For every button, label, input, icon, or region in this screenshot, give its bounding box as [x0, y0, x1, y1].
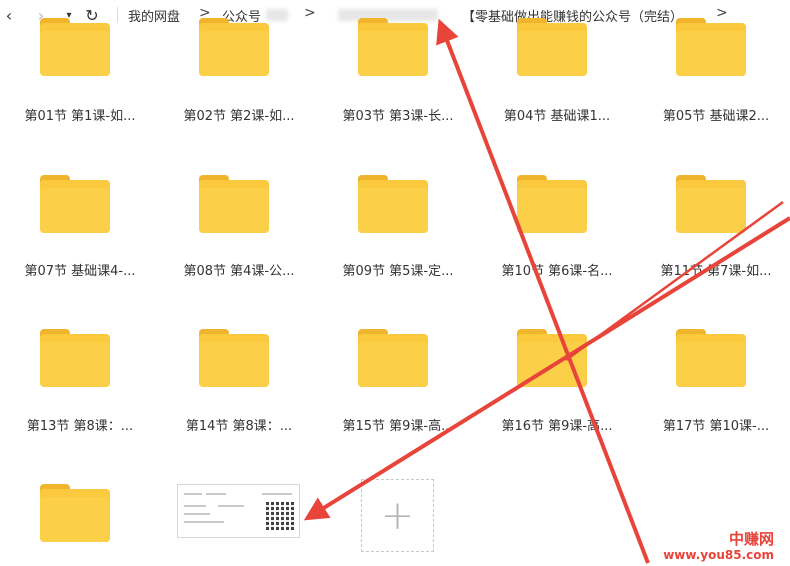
- folder-icon: [199, 175, 269, 233]
- image-thumbnail[interactable]: [177, 484, 300, 538]
- folder-item[interactable]: 第10节 第6课-名...: [477, 175, 637, 285]
- breadcrumb-root[interactable]: 我的网盘: [128, 6, 180, 25]
- folder-icon: [40, 175, 110, 233]
- folder-icon: [40, 329, 110, 387]
- folder-label: 第08节 第4课-公...: [183, 264, 295, 279]
- folder-icon: [199, 18, 269, 76]
- folder-label: 第10节 第6课-名...: [501, 264, 613, 279]
- folder-item[interactable]: 第17节 第10课-...: [636, 329, 790, 439]
- folder-icon: [676, 18, 746, 76]
- folder-item[interactable]: 第14节 第8课：...: [159, 329, 319, 439]
- folder-label: 第13节 第8课：...: [26, 419, 134, 434]
- folder-label: 第15节 第9课-高...: [342, 419, 454, 434]
- folder-label: 第04节 基础课1...: [503, 109, 611, 124]
- folder-item[interactable]: 第02节 第2课-如...: [159, 18, 319, 126]
- folder-label: 第17节 第10课-...: [662, 419, 770, 434]
- folder-label: 第16节 第9课-高...: [501, 419, 613, 434]
- folder-icon: [358, 329, 428, 387]
- add-item-button[interactable]: +: [361, 479, 434, 552]
- folder-item[interactable]: 第13节 第8课：...: [0, 329, 160, 439]
- back-icon[interactable]: ‹: [0, 3, 18, 27]
- toolbar-divider: [117, 7, 118, 23]
- folder-label: 第02节 第2课-如...: [183, 109, 295, 124]
- blurred-text: [266, 9, 288, 21]
- watermark: 中赚网 www.you85.com: [663, 530, 774, 562]
- folder-icon: [676, 175, 746, 233]
- folder-label: 第03节 第3课-长...: [342, 109, 454, 124]
- folder-item[interactable]: 第08节 第4课-公...: [159, 175, 319, 285]
- watermark-url: www.you85.com: [663, 548, 774, 562]
- folder-item[interactable]: 第04节 基础课1...: [477, 18, 637, 126]
- folder-icon: [40, 18, 110, 76]
- folder-icon: [358, 18, 428, 76]
- folder-icon: [358, 175, 428, 233]
- folder-item[interactable]: 第03节 第3课-长...: [318, 18, 478, 126]
- qr-code-icon: [266, 502, 294, 530]
- folder-item[interactable]: 第01节 第1课-如...: [0, 18, 160, 126]
- folder-label: 第07节 基础课4-...: [24, 264, 136, 279]
- folder-label: 第14节 第8课：...: [185, 419, 293, 434]
- folder-label: 第01节 第1课-如...: [24, 109, 136, 124]
- folder-item[interactable]: [0, 484, 160, 554]
- folder-icon: [517, 18, 587, 76]
- folder-icon: [517, 329, 587, 387]
- folder-icon: [676, 329, 746, 387]
- folder-label: 第05节 基础课2...: [662, 109, 770, 124]
- folder-item[interactable]: 第16节 第9课-高...: [477, 329, 637, 439]
- folder-item[interactable]: 第11节 第7课-如...: [636, 175, 790, 285]
- folder-label: 第09节 第5课-定...: [342, 264, 454, 279]
- folder-item[interactable]: 第07节 基础课4-...: [0, 175, 160, 285]
- breadcrumb-separator: >: [304, 5, 316, 21]
- folder-item[interactable]: 第09节 第5课-定...: [318, 175, 478, 285]
- folder-icon: [199, 329, 269, 387]
- folder-icon: [517, 175, 587, 233]
- folder-item[interactable]: 第15节 第9课-高...: [318, 329, 478, 439]
- watermark-name: 中赚网: [728, 530, 774, 548]
- folder-icon: [40, 484, 110, 542]
- plus-icon: +: [380, 492, 415, 539]
- folder-label: 第11节 第7课-如...: [660, 264, 772, 279]
- folder-item[interactable]: 第05节 基础课2...: [636, 18, 790, 126]
